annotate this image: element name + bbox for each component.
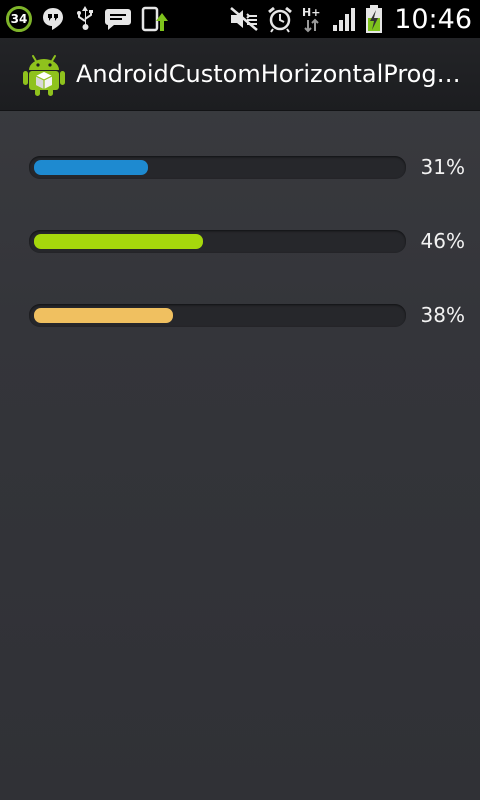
progress-row: 31% [29,154,469,180]
mute-icon [229,6,259,32]
status-bar-right: H+ 10:46 [229,0,480,38]
progress-list: 31% 46% 38% [0,111,480,800]
network-h-plus-icon: H+ [301,5,325,33]
progress-percent-label: 46% [420,229,465,253]
status-bar-left: 34 [0,0,168,38]
signal-icon [332,6,358,32]
progress-track [29,303,406,327]
usb-icon [74,5,96,33]
device-update-icon [140,5,168,33]
progress-percent-label: 31% [420,155,465,179]
status-bar: 34 H+ 10:46 [0,0,480,38]
notification-count: 34 [6,6,32,32]
network-label: H+ [302,6,320,19]
progress-fill [34,307,173,323]
progress-fill [34,233,203,249]
app-title: AndroidCustomHorizontalProgr… [76,60,468,88]
screen: 34 H+ 10:46 AndroidCustomHorizontalProgr… [0,0,480,800]
alarm-icon [266,5,294,33]
action-bar: AndroidCustomHorizontalProgr… [0,38,480,111]
android-icon[interactable] [20,50,68,98]
clock: 10:46 [394,3,472,35]
message-icon [104,6,132,32]
battery-charging-icon [365,4,383,34]
progress-track [29,155,406,179]
progress-track [29,229,406,253]
progress-row: 38% [29,302,469,328]
notification-count-icon: 34 [6,6,32,32]
progress-row: 46% [29,228,469,254]
progress-percent-label: 38% [420,303,465,327]
progress-fill [34,159,148,175]
hangouts-icon [40,6,66,32]
